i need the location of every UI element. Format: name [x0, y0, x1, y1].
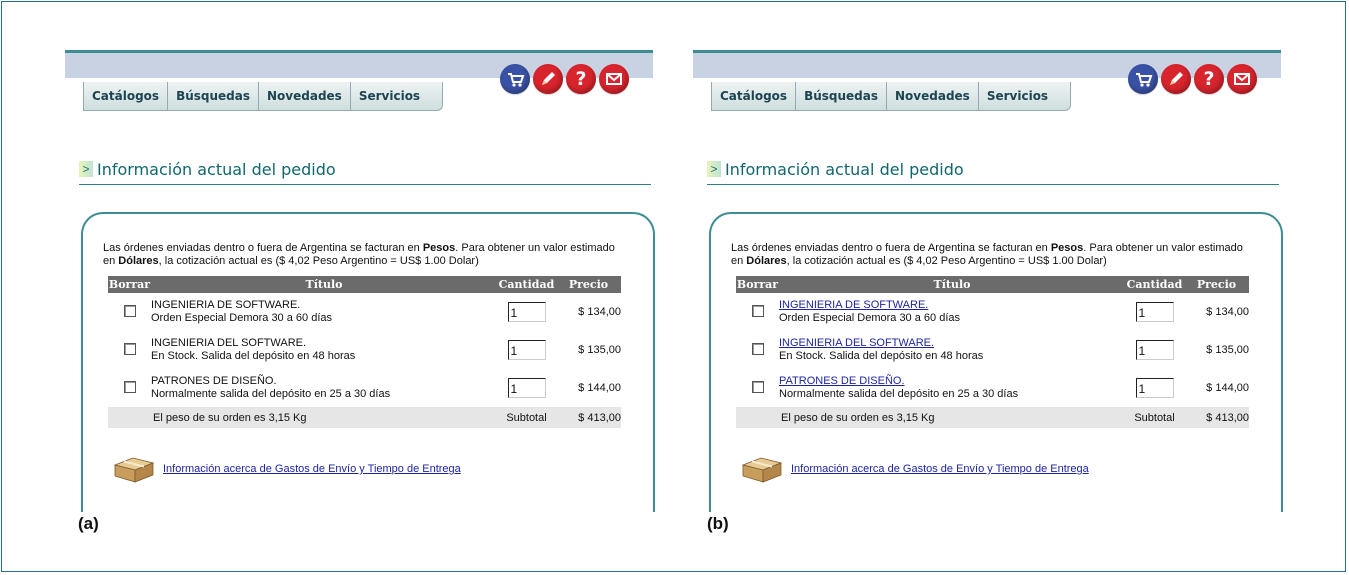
tab-catalogos[interactable]: Catálogos — [83, 82, 169, 111]
cart-table: Borrar Título Cantidad Precio INGENIERIA… — [736, 276, 1249, 428]
section-header: > Información actual del pedido — [707, 158, 1279, 185]
delete-checkbox[interactable] — [123, 380, 136, 393]
package-icon — [741, 457, 783, 483]
price-cell: $ 135,00 — [578, 344, 621, 356]
table-row: INGENIERIA DE SOFTWARE. Orden Especial De… — [108, 293, 621, 331]
shipping-info: Información acerca de Gastos de Envío y … — [113, 454, 461, 484]
order-box: Las órdenes enviadas dentro o fuera de A… — [709, 212, 1283, 512]
tab-novedades[interactable]: Novedades — [259, 82, 351, 111]
price-cell: $ 134,00 — [1206, 306, 1249, 318]
section-title: Información actual del pedido — [97, 160, 336, 179]
book-title: PATRONES DE DISEÑO. — [151, 375, 277, 387]
toolbar-icons: ? — [1128, 64, 1257, 94]
tab-catalogos[interactable]: Catálogos — [711, 82, 797, 111]
delete-checkbox[interactable] — [751, 380, 764, 393]
col-borrar: Borrar — [736, 276, 779, 293]
subtotal-row: El peso de su orden es 3,15 Kg Subtotal … — [108, 407, 621, 428]
arrow-icon: > — [707, 161, 721, 177]
subtotal-value: $ 413,00 — [1184, 407, 1249, 428]
delete-checkbox[interactable] — [751, 304, 764, 317]
tab-busquedas[interactable]: Búsquedas — [168, 82, 260, 111]
tab-servicios[interactable]: Servicios — [350, 82, 444, 111]
table-header: Borrar Título Cantidad Precio — [736, 276, 1249, 293]
help-glyph: ? — [575, 68, 587, 90]
pencil-icon[interactable] — [533, 64, 563, 94]
mail-icon[interactable] — [599, 64, 629, 94]
arrow-icon: > — [79, 161, 93, 177]
book-title-link[interactable]: INGENIERIA DE SOFTWARE. — [779, 299, 1125, 312]
shipping-info: Información acerca de Gastos de Envío y … — [741, 454, 1089, 484]
book-title-link[interactable]: PATRONES DE DISEÑO. — [779, 375, 1125, 388]
col-cantidad: Cantidad — [1125, 276, 1184, 293]
delete-checkbox[interactable] — [123, 342, 136, 355]
subtotal-value: $ 413,00 — [556, 407, 621, 428]
quantity-input[interactable]: 1 — [507, 378, 546, 398]
tab-servicios[interactable]: Servicios — [978, 82, 1072, 111]
table-row: INGENIERIA DEL SOFTWARE. En Stock. Salida… — [108, 331, 621, 369]
nav-tabs: Catálogos Búsquedas Novedades Servicios — [83, 82, 444, 112]
tab-busquedas[interactable]: Búsquedas — [796, 82, 888, 111]
package-icon — [113, 457, 155, 483]
table-header: Borrar Título Cantidad Precio — [108, 276, 621, 293]
availability-text: Normalmente salida del depósito en 25 a … — [151, 388, 391, 400]
help-icon[interactable]: ? — [566, 64, 596, 94]
weight-text: El peso de su orden es 3,15 Kg — [151, 407, 497, 428]
col-borrar: Borrar — [108, 276, 151, 293]
quantity-input[interactable]: 1 — [1135, 378, 1174, 398]
book-title: INGENIERIA DEL SOFTWARE. — [151, 337, 307, 349]
col-titulo: Título — [151, 276, 497, 293]
price-cell: $ 144,00 — [578, 382, 621, 394]
quantity-input[interactable]: 1 — [1135, 340, 1174, 360]
panel-label-b: (b) — [707, 514, 729, 533]
price-cell: $ 135,00 — [1206, 344, 1249, 356]
col-precio: Precio — [1184, 276, 1249, 293]
help-icon[interactable]: ? — [1194, 64, 1224, 94]
table-row: INGENIERIA DE SOFTWARE. Orden Especial De… — [736, 293, 1249, 331]
panel-label-a: (a) — [78, 514, 99, 533]
price-cell: $ 134,00 — [578, 306, 621, 318]
price-cell: $ 144,00 — [1206, 382, 1249, 394]
cart-icon[interactable] — [500, 64, 530, 94]
weight-text: El peso de su orden es 3,15 Kg — [779, 407, 1125, 428]
col-titulo: Título — [779, 276, 1125, 293]
col-precio: Precio — [556, 276, 621, 293]
subtotal-label: Subtotal — [497, 407, 556, 428]
table-row: INGENIERIA DEL SOFTWARE. En Stock. Salida… — [736, 331, 1249, 369]
quantity-input[interactable]: 1 — [507, 340, 546, 360]
tab-novedades[interactable]: Novedades — [887, 82, 979, 111]
availability-text: En Stock. Salida del depósito en 48 hora… — [151, 350, 356, 362]
section-title: Información actual del pedido — [725, 160, 964, 179]
currency-notice: Las órdenes enviadas dentro o fuera de A… — [103, 242, 615, 267]
toolbar-icons: ? — [500, 64, 629, 94]
book-title: INGENIERIA DE SOFTWARE. — [151, 299, 301, 311]
pencil-icon[interactable] — [1161, 64, 1191, 94]
order-box: Las órdenes enviadas dentro o fuera de A… — [81, 212, 655, 512]
screenshot-panel-a: Catálogos Búsquedas Novedades Servicios … — [65, 50, 655, 512]
availability-text: Normalmente salida del depósito en 25 a … — [779, 388, 1019, 400]
col-cantidad: Cantidad — [497, 276, 556, 293]
quantity-input[interactable]: 1 — [1135, 302, 1174, 322]
section-header: > Información actual del pedido — [79, 158, 651, 185]
quantity-input[interactable]: 1 — [507, 302, 546, 322]
cart-icon[interactable] — [1128, 64, 1158, 94]
mail-icon[interactable] — [1227, 64, 1257, 94]
delete-checkbox[interactable] — [751, 342, 764, 355]
subtotal-row: El peso de su orden es 3,15 Kg Subtotal … — [736, 407, 1249, 428]
table-row: PATRONES DE DISEÑO. Normalmente salida de… — [108, 369, 621, 407]
currency-notice: Las órdenes enviadas dentro o fuera de A… — [731, 242, 1243, 267]
subtotal-label: Subtotal — [1125, 407, 1184, 428]
nav-tabs: Catálogos Búsquedas Novedades Servicios — [711, 82, 1072, 112]
availability-text: Orden Especial Demora 30 a 60 días — [151, 312, 332, 324]
cart-table: Borrar Título Cantidad Precio INGENIERIA… — [108, 276, 621, 428]
delete-checkbox[interactable] — [123, 304, 136, 317]
availability-text: En Stock. Salida del depósito en 48 hora… — [779, 350, 984, 362]
availability-text: Orden Especial Demora 30 a 60 días — [779, 312, 960, 324]
help-glyph: ? — [1203, 68, 1215, 90]
table-row: PATRONES DE DISEÑO. Normalmente salida de… — [736, 369, 1249, 407]
screenshot-panel-b: Catálogos Búsquedas Novedades Servicios … — [693, 50, 1283, 512]
shipping-link[interactable]: Información acerca de Gastos de Envío y … — [163, 463, 461, 475]
book-title-link[interactable]: INGENIERIA DEL SOFTWARE. — [779, 337, 1125, 350]
shipping-link[interactable]: Información acerca de Gastos de Envío y … — [791, 463, 1089, 475]
